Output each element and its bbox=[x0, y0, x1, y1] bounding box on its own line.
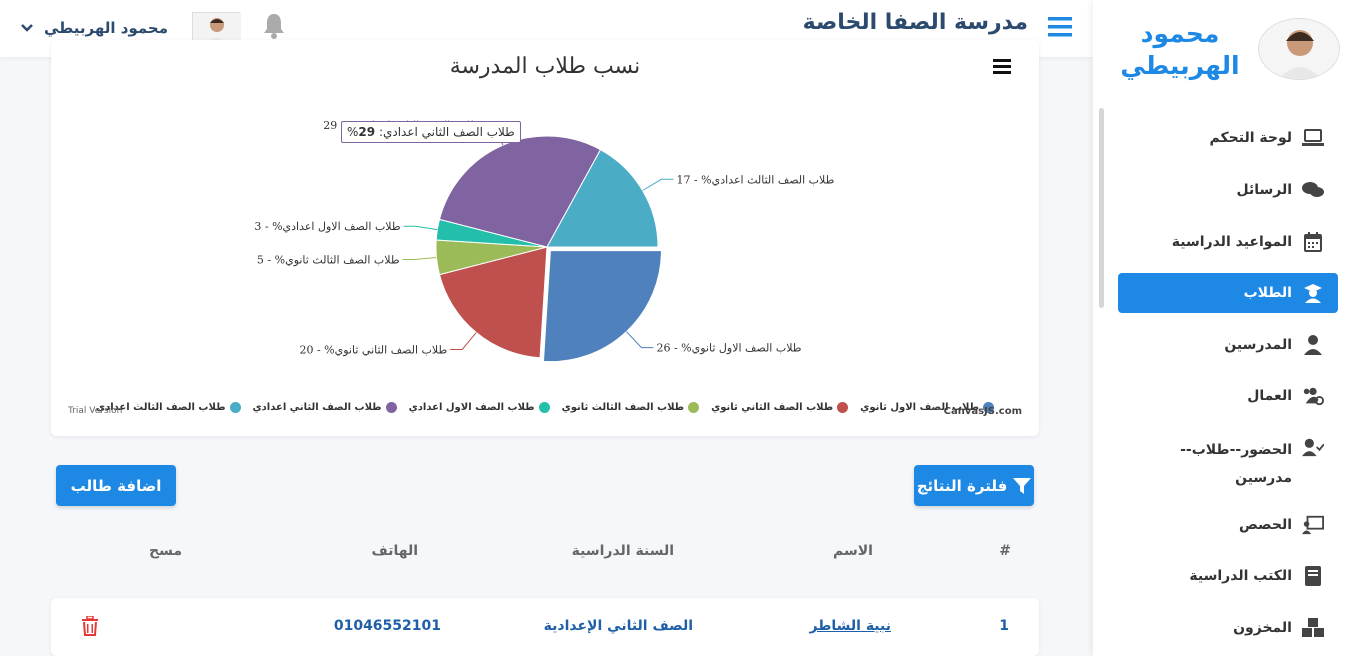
table-row: 1 نبية الشاطر الصف الثاني الإعدادية 0104… bbox=[51, 598, 1039, 656]
sidebar-item-workers[interactable]: العمال bbox=[1118, 376, 1338, 416]
col-delete: مسح bbox=[148, 543, 182, 559]
sidebar-item-teachers[interactable]: المدرسين bbox=[1118, 325, 1338, 365]
comments-icon bbox=[1302, 179, 1324, 201]
pie-leader-line bbox=[403, 225, 438, 231]
trash-icon[interactable] bbox=[81, 615, 99, 640]
boxes-icon bbox=[1302, 617, 1324, 639]
hamburger-menu-icon[interactable] bbox=[1047, 14, 1073, 40]
chart-title: نسب طلاب المدرسة bbox=[449, 54, 641, 79]
legend-label: طلاب الصف الثاني اعدادي bbox=[252, 402, 382, 413]
sidebar-item-books[interactable]: الكتب الدراسية bbox=[1118, 556, 1338, 596]
legend-label: طلاب الصف الثاني ثانوي bbox=[711, 402, 834, 413]
sidebar-item-classes[interactable]: الحصص bbox=[1118, 505, 1338, 545]
add-student-button[interactable]: اضافة طالب bbox=[56, 465, 176, 506]
trial-version-label: Trial Version bbox=[68, 406, 123, 416]
filter-results-label: فلترة النتائج bbox=[916, 476, 1008, 495]
row-index: 1 bbox=[999, 618, 1009, 634]
row-year: الصف الثاني الإعدادية bbox=[543, 618, 693, 634]
legend-item[interactable]: طلاب الصف الثاني اعدادي bbox=[253, 402, 397, 413]
sidebar-item-label: المخزون bbox=[1233, 620, 1292, 636]
filter-results-button[interactable]: فلترة النتائج bbox=[914, 465, 1034, 506]
graduate-icon bbox=[1302, 282, 1324, 304]
pie-slice-label: 17 - %طلاب الصف الثالث اعدادي bbox=[676, 173, 834, 186]
pie-leader-line bbox=[626, 331, 654, 349]
sidebar-item-label: الكتب الدراسية bbox=[1189, 568, 1292, 584]
pie-chart[interactable]: 26 - %طلاب الصف الاول ثانوي 20 - %طلاب ال… bbox=[51, 40, 1039, 436]
col-index: # bbox=[999, 543, 1011, 559]
sidebar-item-dashboard[interactable]: لوحة التحكم bbox=[1118, 118, 1338, 158]
legend-label: طلاب الصف الثالث ثانوي bbox=[561, 402, 685, 413]
pie-slice-label: 3 - %طلاب الصف الاول اعدادي bbox=[254, 220, 401, 233]
pie-slice-label: 26 - %طلاب الصف الاول ثانوي bbox=[656, 342, 801, 355]
chevron-down-icon[interactable] bbox=[20, 21, 34, 35]
col-phone: الهاتف bbox=[371, 543, 418, 559]
top-user-name[interactable]: محمود الهربيطي bbox=[44, 19, 168, 37]
legend-marker bbox=[229, 402, 241, 413]
teacher-icon bbox=[1302, 334, 1324, 356]
book-icon bbox=[1302, 565, 1324, 587]
avatar[interactable] bbox=[1258, 18, 1340, 80]
sidebar-item-students[interactable]: الطلاب bbox=[1118, 273, 1338, 313]
legend-marker bbox=[837, 402, 849, 413]
bell-icon[interactable] bbox=[262, 12, 286, 40]
tooltip-value: 29 bbox=[358, 125, 376, 139]
legend-label: طلاب الصف الاول اعدادي bbox=[408, 402, 535, 413]
sidebar: محمود الهربيطي لوحة التحكم الرسائل الموا… bbox=[1093, 0, 1350, 656]
chart-card: 26 - %طلاب الصف الاول ثانوي 20 - %طلاب ال… bbox=[51, 40, 1039, 436]
sidebar-item-label: المواعيد الدراسية bbox=[1171, 234, 1292, 250]
sidebar-item-inventory[interactable]: المخزون bbox=[1118, 608, 1338, 648]
pie-slice-label: 20 - %طلاب الصف الثاني ثانوي bbox=[299, 343, 447, 356]
sidebar-item-label: الطلاب bbox=[1243, 285, 1292, 301]
add-student-label: اضافة طالب bbox=[70, 476, 162, 495]
sidebar-item-messages[interactable]: الرسائل bbox=[1118, 170, 1338, 210]
legend-item[interactable]: طلاب الصف الثاني ثانوي bbox=[711, 402, 849, 413]
pie-slice[interactable] bbox=[542, 250, 662, 363]
pie-leader-line bbox=[642, 178, 674, 191]
user-check-icon bbox=[1302, 436, 1324, 458]
legend-item[interactable]: طلاب الصف الاول اعدادي bbox=[409, 402, 550, 413]
sidebar-user-name: محمود الهربيطي bbox=[1120, 19, 1240, 80]
chart-menu-icon[interactable] bbox=[993, 58, 1011, 74]
pie-slice-label: 5 - %طلاب الصف الثالث ثانوي bbox=[257, 254, 400, 267]
chalkboard-icon bbox=[1302, 514, 1324, 536]
row-name-link[interactable]: نبية الشاطر bbox=[809, 618, 891, 634]
chart-tooltip: %طلاب الصف الثاني اعدادي: 29 bbox=[341, 121, 521, 143]
col-name: الاسم bbox=[833, 543, 873, 559]
legend-item[interactable]: طلاب الصف الثالث ثانوي bbox=[562, 402, 700, 413]
laptop-icon bbox=[1302, 127, 1324, 149]
sidebar-scrollbar[interactable] bbox=[1099, 108, 1104, 308]
chart-legend: طلاب الصف الاول ثانوي طلاب الصف الثاني ثا… bbox=[51, 402, 1039, 413]
sidebar-item-label: الحضور--طلاب--مدرسين bbox=[1180, 442, 1292, 486]
table-header: # الاسم السنة الدراسية الهاتف مسح bbox=[51, 543, 1039, 567]
sidebar-item-attendance[interactable]: الحضور--طلاب--مدرسين bbox=[1118, 428, 1338, 488]
row-phone: 01046552101 bbox=[333, 618, 441, 634]
school-title: مدرسة الصفا الخاصة bbox=[802, 10, 1028, 35]
calendar-icon bbox=[1302, 231, 1324, 253]
sidebar-item-label: الحصص bbox=[1238, 517, 1292, 533]
sidebar-item-label: لوحة التحكم bbox=[1209, 130, 1292, 146]
filter-icon bbox=[1013, 477, 1032, 494]
sidebar-item-schedule[interactable]: المواعيد الدراسية bbox=[1118, 222, 1338, 262]
col-year: السنة الدراسية bbox=[571, 543, 674, 559]
legend-marker bbox=[385, 402, 397, 413]
sidebar-item-label: الرسائل bbox=[1236, 182, 1292, 198]
pie-leader-line bbox=[402, 256, 437, 261]
canvasjs-credit[interactable]: CanvasJS.com bbox=[944, 406, 1022, 417]
sidebar-item-label: المدرسين bbox=[1224, 337, 1292, 353]
legend-marker bbox=[688, 402, 700, 413]
sidebar-item-label: العمال bbox=[1247, 388, 1292, 404]
users-cog-icon bbox=[1302, 385, 1324, 407]
pie-leader-line bbox=[450, 332, 477, 350]
legend-marker bbox=[538, 402, 550, 413]
sidebar-profile: محمود الهربيطي bbox=[1103, 18, 1340, 98]
